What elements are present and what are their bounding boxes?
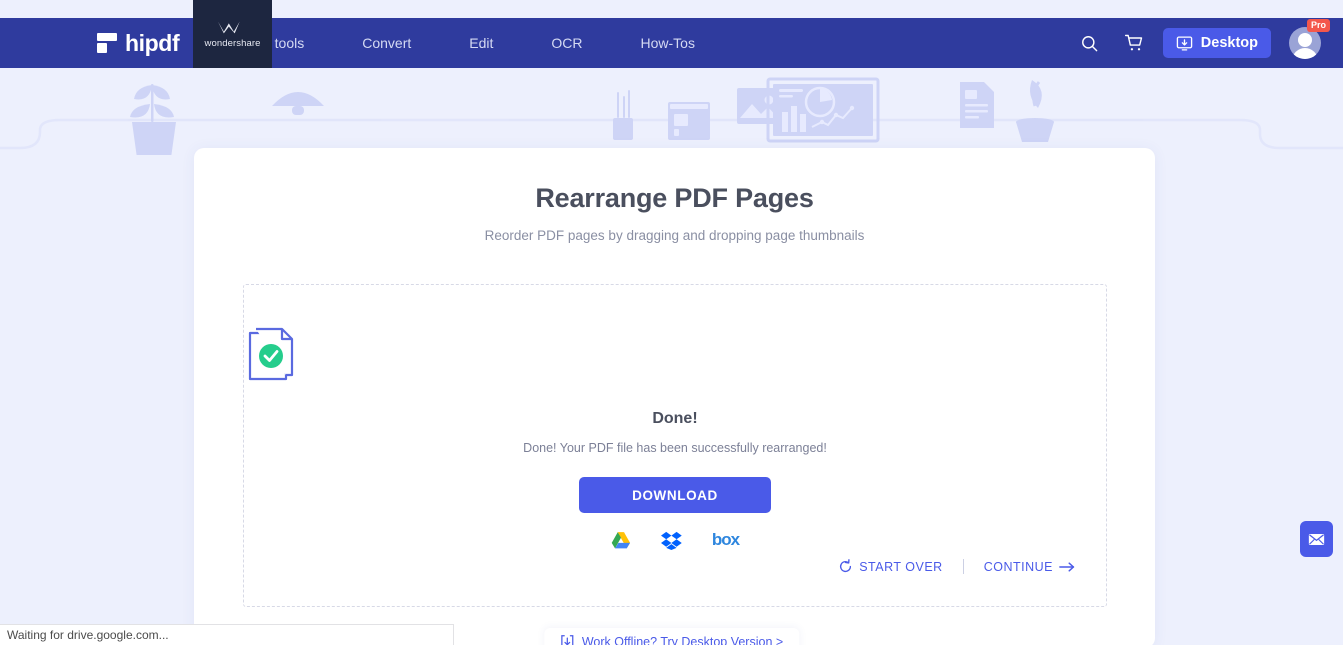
continue-button[interactable]: CONTINUE — [978, 560, 1076, 574]
page-title: Rearrange PDF Pages — [535, 183, 814, 213]
page-subtitle: Reorder PDF pages by dragging and droppi… — [484, 228, 865, 243]
main-nav: All tools Convert Edit OCR How-Tos — [255, 35, 695, 51]
search-button[interactable] — [1073, 26, 1107, 60]
brand-name: hipdf — [125, 29, 180, 56]
cart-icon — [1124, 34, 1142, 51]
result-actions: START OVER CONTINUE — [838, 559, 1076, 574]
start-over-button[interactable]: START OVER — [838, 559, 949, 574]
header-actions: Desktop Pro — [1073, 18, 1343, 68]
work-offline-label: Work Offline? Try Desktop Version > — [581, 635, 784, 645]
dropbox-icon[interactable] — [661, 531, 682, 550]
hipdf-logo-icon — [97, 33, 117, 53]
desktop-button[interactable]: Desktop — [1162, 28, 1271, 58]
result-dropzone: Done! Done! Your PDF file has been succe… — [243, 284, 1107, 607]
nav-item-ocr[interactable]: OCR — [551, 35, 582, 51]
offline-download-icon — [560, 635, 573, 645]
desktop-button-label: Desktop — [1200, 35, 1258, 51]
download-button[interactable]: DOWNLOAD — [579, 477, 771, 513]
tool-card: Rearrange PDF Pages Reorder PDF pages by… — [194, 148, 1155, 645]
nav-item-convert[interactable]: Convert — [362, 35, 411, 51]
browser-status-text: Waiting for drive.google.com... — [7, 628, 169, 642]
box-icon[interactable]: box — [712, 530, 740, 550]
start-over-label: START OVER — [859, 559, 943, 574]
brand-logo[interactable]: hipdf — [97, 29, 180, 57]
browser-status-bar: Waiting for drive.google.com... — [0, 624, 454, 645]
google-drive-icon[interactable] — [611, 531, 631, 549]
pro-badge: Pro — [1306, 19, 1330, 32]
status-title: Done! — [652, 410, 698, 427]
work-offline-bar[interactable]: Work Offline? Try Desktop Version > — [543, 628, 800, 645]
status-message: Done! Your PDF file has been successfull… — [523, 441, 827, 455]
nav-item-how-tos[interactable]: How-Tos — [641, 35, 695, 51]
page-root: hipdf All tools Convert Edit OCR How-Tos — [0, 0, 1343, 645]
search-icon — [1082, 35, 1098, 51]
arrow-right-icon — [1059, 561, 1075, 572]
cloud-save-targets: box — [611, 530, 740, 550]
envelope-icon — [1308, 533, 1325, 545]
continue-label: CONTINUE — [983, 559, 1053, 574]
cart-button[interactable] — [1117, 26, 1151, 60]
restart-icon — [840, 559, 852, 573]
nav-item-edit[interactable]: Edit — [469, 35, 493, 51]
desktop-download-icon — [1176, 35, 1193, 52]
desk-illustration — [0, 77, 1343, 155]
account-menu[interactable]: Pro — [1289, 19, 1330, 59]
document-check-icon — [248, 327, 294, 381]
wondershare-logo[interactable]: wondershare — [193, 0, 272, 68]
wondershare-label: wondershare — [204, 37, 261, 49]
wondershare-w-icon — [217, 21, 240, 33]
contact-mail-button[interactable] — [1300, 521, 1333, 557]
actions-divider — [962, 559, 964, 574]
